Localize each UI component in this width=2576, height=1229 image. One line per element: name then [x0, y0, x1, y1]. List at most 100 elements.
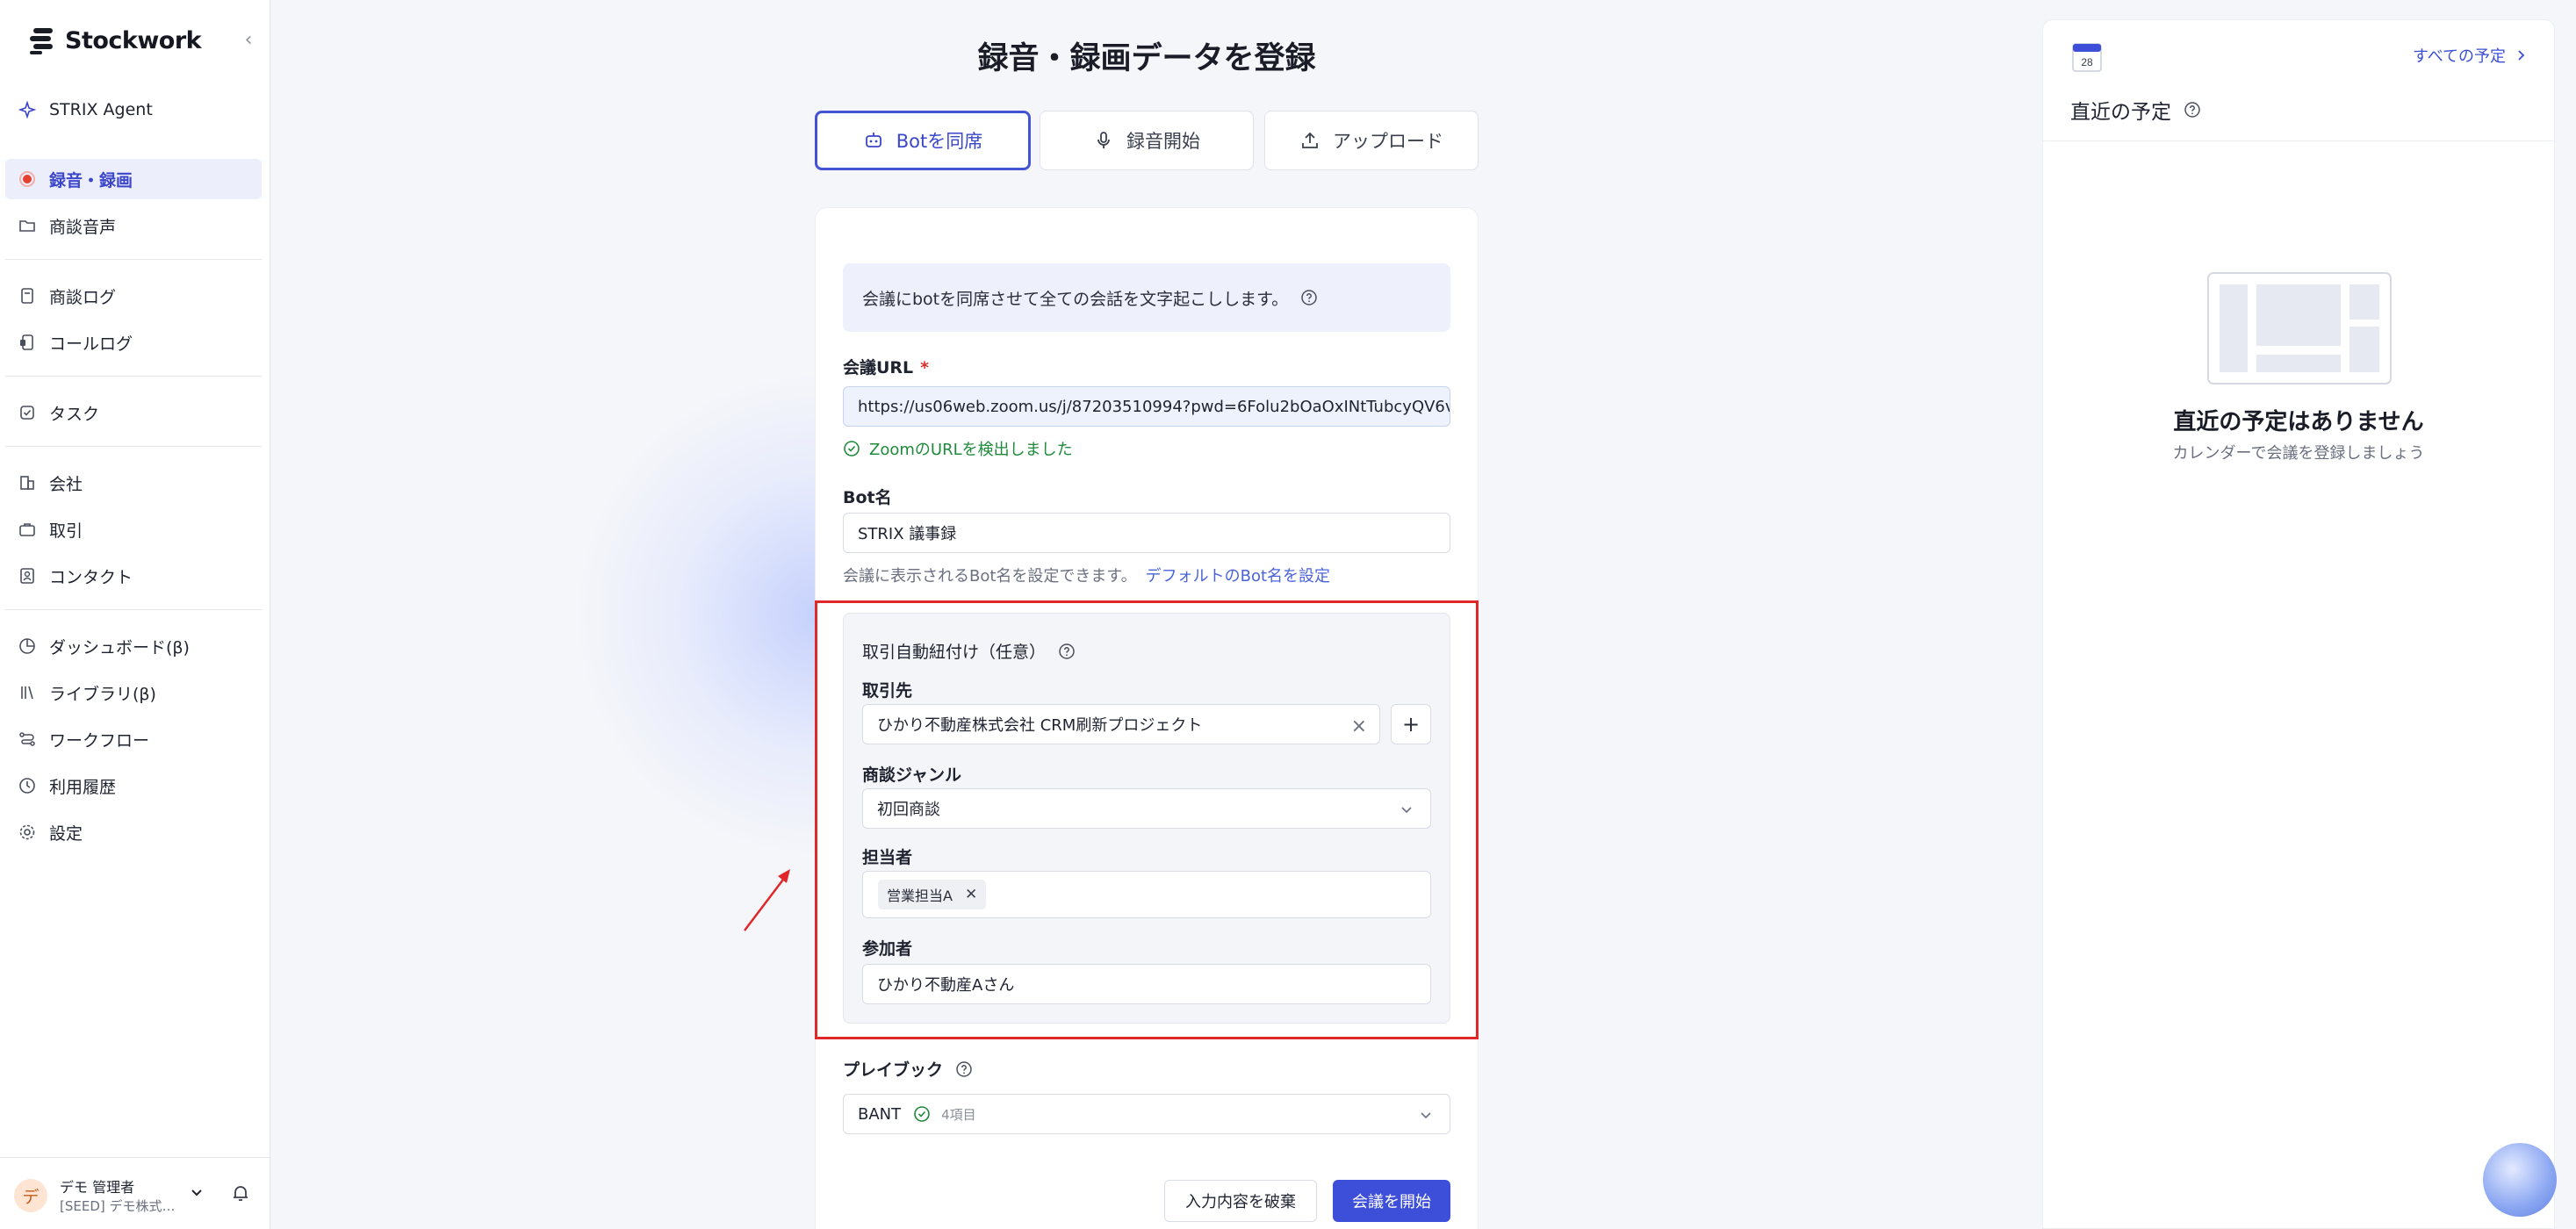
nav-divider	[5, 376, 262, 377]
check-circle-icon	[844, 441, 860, 456]
panel-divider	[2042, 140, 2555, 141]
upload-icon	[1302, 132, 1318, 148]
sidebar-item-label: タスク	[49, 404, 100, 424]
assistant-mascot-icon[interactable]	[2483, 1143, 2557, 1217]
playbook-select[interactable]: BANT 4項目	[843, 1094, 1450, 1134]
playbook-value: BANT	[858, 1104, 902, 1124]
brand[interactable]: Stockwork	[26, 25, 202, 56]
gear-icon	[18, 823, 37, 842]
sidebar-item-recording[interactable]: 録音・録画	[5, 159, 262, 199]
playbook-label-text: プレイブック	[843, 1060, 944, 1080]
library-icon	[18, 683, 37, 702]
sidebar-item-dashboard[interactable]: ダッシュボード(β)	[5, 626, 262, 666]
help-icon[interactable]	[955, 1060, 973, 1078]
url-label-text: 会議URL	[843, 358, 914, 377]
nav-divider	[5, 259, 262, 260]
building-icon	[18, 473, 37, 492]
meeting-url-input[interactable]: https://us06web.zoom.us/j/87203510994?pw…	[843, 386, 1450, 427]
sidebar-item-label: STRIX Agent	[49, 100, 153, 119]
sidebar-item-label: 会社	[49, 474, 83, 494]
chevron-down-icon	[1421, 1112, 1431, 1119]
phone-book-icon	[18, 333, 37, 352]
nav-divider	[5, 446, 262, 447]
brand-name: Stockwork	[65, 26, 202, 54]
bot-name-input[interactable]: STRIX 議事録	[843, 513, 1450, 553]
sidebar-item-label: 利用履歴	[49, 777, 117, 797]
sidebar-item-library[interactable]: ライブラリ(β)	[5, 672, 262, 713]
banner-text: 会議にbotを同席させて全ての会話を文字起こしします。	[862, 289, 1289, 309]
bot-name-label: Bot名	[843, 488, 892, 507]
sidebar-item-call-log[interactable]: コールログ	[5, 322, 262, 363]
bot-hint-text: 会議に表示されるBot名を設定できます。	[843, 567, 1137, 586]
sidebar-item-label: 商談音声	[49, 217, 117, 237]
folder-icon	[18, 216, 37, 235]
annotation-arrow	[744, 869, 790, 931]
collapse-sidebar-icon[interactable]: ‹	[237, 26, 260, 53]
upcoming-panel	[2042, 19, 2555, 1229]
sidebar-item-contacts[interactable]: コンタクト	[5, 556, 262, 596]
empty-calendar-illustration	[2207, 272, 2392, 385]
workflow-icon	[18, 729, 37, 749]
default-bot-name-link[interactable]: デフォルトのBot名を設定	[1146, 567, 1330, 586]
pie-chart-icon	[18, 636, 37, 656]
discard-button[interactable]: 入力内容を破棄	[1164, 1180, 1317, 1222]
highlight-box	[815, 600, 1479, 1039]
sidebar-item-label: 設定	[49, 823, 83, 844]
chevron-right-icon	[2518, 50, 2525, 61]
sidebar-item-meeting-audio[interactable]: 商談音声	[5, 205, 262, 246]
start-meeting-button[interactable]: 会議を開始	[1333, 1180, 1450, 1222]
sidebar-item-strix-agent[interactable]: STRIX Agent	[5, 90, 262, 130]
help-icon[interactable]	[2184, 101, 2201, 119]
url-detected-status: ZoomのURLを検出しました	[843, 437, 1073, 460]
sidebar-item-label: 商談ログ	[49, 287, 117, 307]
help-icon[interactable]	[1300, 289, 1318, 306]
playbook-label: プレイブック	[843, 1057, 973, 1081]
page-title: 録音・録画データを登録	[977, 41, 1316, 76]
nav-divider	[5, 609, 262, 610]
sidebar-item-workflow[interactable]: ワークフロー	[5, 719, 262, 759]
sidebar-item-usage-history[interactable]: 利用履歴	[5, 765, 262, 806]
user-menu[interactable]: デ デモ 管理者 [SEED] デモ株式…	[0, 1157, 270, 1229]
calendar-day: 28	[2081, 56, 2093, 68]
url-ok-text: ZoomのURLを検出しました	[869, 441, 1073, 459]
required-mark: *	[920, 358, 930, 377]
all-events-link[interactable]: すべての予定	[2413, 44, 2529, 67]
sidebar-item-company[interactable]: 会社	[5, 463, 262, 503]
record-icon	[18, 169, 37, 189]
sidebar-item-deals[interactable]: 取引	[5, 509, 262, 550]
microphone-icon	[1097, 132, 1110, 148]
briefcase-icon	[18, 520, 37, 539]
sidebar-item-label: ワークフロー	[49, 730, 150, 751]
upcoming-title-text: 直近の予定	[2070, 101, 2171, 124]
stockwork-logo-icon	[30, 28, 53, 54]
bot-name-hint: 会議に表示されるBot名を設定できます。 デフォルトのBot名を設定	[843, 564, 1330, 586]
sidebar-item-tasks[interactable]: タスク	[5, 392, 262, 433]
sidebar-item-meeting-log[interactable]: 商談ログ	[5, 276, 262, 316]
sidebar: Stockwork ‹ STRIX Agent 録音・録画 商談音声 商談ログ …	[0, 0, 270, 1229]
user-name: デモ 管理者	[60, 1179, 135, 1196]
robot-icon	[865, 133, 881, 147]
avatar: デ	[14, 1179, 47, 1212]
tab-bot-join[interactable]: Botを同席	[815, 111, 1031, 170]
empty-state-title: 直近の予定はありません	[2173, 409, 2424, 435]
upcoming-title: 直近の予定	[2070, 95, 2201, 125]
user-org: [SEED] デモ株式…	[60, 1198, 176, 1214]
tab-label: 録音開始	[1126, 131, 1200, 152]
check-circle-icon	[914, 1106, 930, 1122]
empty-state-subtitle: カレンダーで会議を登録しましょう	[2172, 444, 2425, 463]
bell-icon[interactable]	[230, 1182, 251, 1204]
sidebar-item-label: コンタクト	[49, 567, 133, 587]
sidebar-item-label: コールログ	[49, 334, 133, 354]
tab-upload[interactable]: アップロード	[1264, 111, 1479, 170]
tab-record-start[interactable]: 録音開始	[1040, 111, 1254, 170]
sidebar-item-label: ダッシュボード(β)	[49, 637, 190, 658]
calendar-icon: 28	[2072, 43, 2102, 72]
sidebar-item-label: ライブラリ(β)	[49, 684, 156, 704]
sparkle-icon	[18, 100, 37, 119]
document-icon	[18, 286, 37, 305]
checkbox-icon	[18, 403, 37, 422]
sidebar-item-settings[interactable]: 設定	[5, 812, 262, 852]
tab-label: アップロード	[1333, 131, 1443, 152]
sidebar-item-label: 取引	[49, 521, 83, 541]
chevron-down-icon[interactable]	[188, 1184, 205, 1202]
